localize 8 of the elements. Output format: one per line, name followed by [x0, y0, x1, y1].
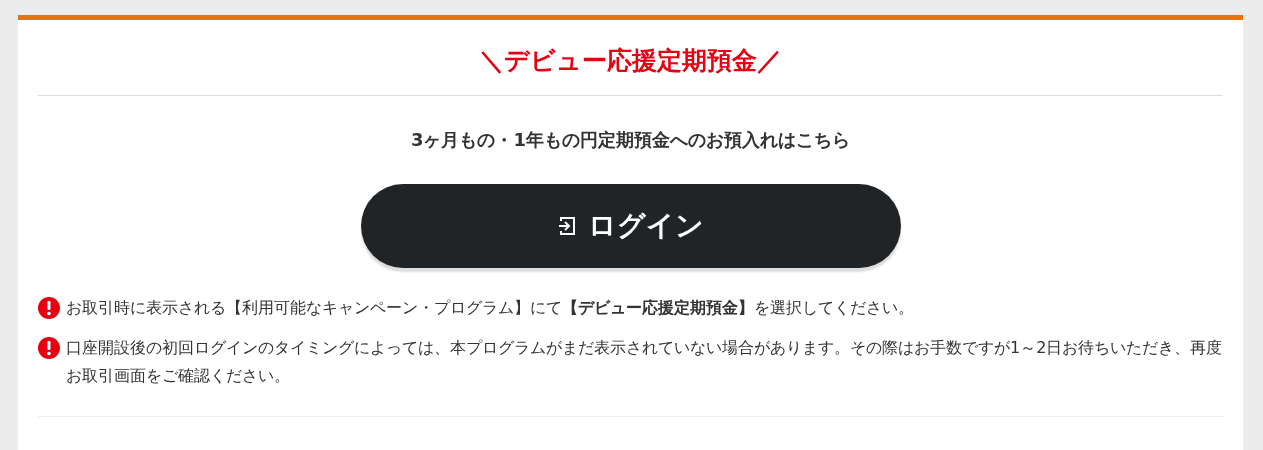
warning-icon [38, 337, 60, 359]
campaign-title: ＼デビュー応援定期預金／ [38, 20, 1223, 96]
note-text: お取引時に表示される【利用可能なキャンペーン・プログラム】にて【デビュー応援定期預金】を選択してください。 [66, 297, 914, 319]
subtitle: 3ヶ月もの・1年もの円定期預金へのお預入れはこちら [409, 128, 852, 152]
note-text: 口座開設後の初回ログインのタイミングによっては、本プログラムがまだ表示されていない場合があります。その際はお手数ですが1～2日お待ちいただき、再度お取引画面をご確認ください。 [66, 337, 1223, 387]
warning-icon [38, 297, 60, 319]
login-button[interactable]: ログイン [360, 184, 901, 268]
login-icon [557, 215, 578, 237]
